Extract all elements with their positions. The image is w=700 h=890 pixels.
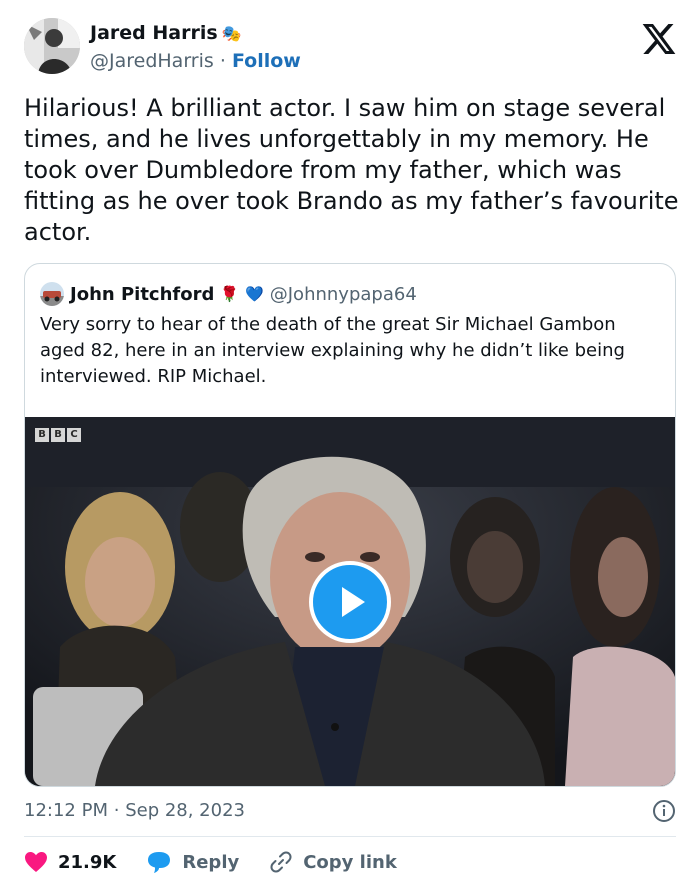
tweet-actions: 21.9K Reply Copy link bbox=[24, 850, 427, 874]
bbc-letter: C bbox=[67, 428, 81, 442]
tweet-embed-card: Jared Harris 🎭 @JaredHarris · Follow Hil… bbox=[0, 0, 700, 890]
author-handle[interactable]: @JaredHarris bbox=[90, 50, 214, 72]
heart-icon bbox=[25, 852, 47, 872]
video-player[interactable]: B B C bbox=[25, 417, 675, 786]
play-icon bbox=[342, 587, 365, 617]
copy-link-label: Copy link bbox=[303, 851, 397, 873]
bbc-letter: B bbox=[35, 428, 49, 442]
tweet-text: Hilarious! A brilliant actor. I saw him … bbox=[24, 94, 687, 246]
info-icon[interactable] bbox=[652, 799, 676, 823]
author-display-name[interactable]: Jared Harris 🎭 bbox=[90, 22, 301, 44]
quoted-author-avatar bbox=[40, 282, 64, 306]
copy-link-button[interactable]: Copy link bbox=[269, 850, 397, 874]
handle-separator: · bbox=[219, 50, 226, 72]
blue-heart-icon: 💙 bbox=[245, 285, 264, 303]
bbc-logo: B B C bbox=[35, 428, 81, 442]
reply-label: Reply bbox=[182, 851, 240, 873]
like-button[interactable]: 21.9K bbox=[24, 851, 116, 873]
footer-divider bbox=[24, 836, 676, 837]
tweet-date: Sep 28, 2023 bbox=[125, 800, 245, 821]
like-count: 21.9K bbox=[58, 851, 117, 873]
quoted-tweet[interactable]: John Pitchford 🌹 💙 @Johnnypapa64 Very so… bbox=[24, 263, 676, 787]
link-icon bbox=[270, 851, 292, 873]
author-avatar[interactable] bbox=[24, 18, 80, 74]
tweet-timestamp[interactable]: 12:12 PM · Sep 28, 2023 bbox=[24, 800, 245, 821]
rose-icon: 🌹 bbox=[220, 285, 240, 303]
theater-masks-icon: 🎭 bbox=[221, 23, 242, 43]
quoted-author-name: John Pitchford bbox=[70, 283, 215, 305]
tweet-header: Jared Harris 🎭 @JaredHarris · Follow bbox=[24, 16, 676, 80]
reply-icon bbox=[148, 852, 171, 873]
author-names: Jared Harris 🎭 @JaredHarris · Follow bbox=[90, 22, 301, 72]
timestamp-separator: · bbox=[113, 800, 120, 821]
quoted-tweet-text: Very sorry to hear of the death of the g… bbox=[40, 314, 625, 387]
bbc-letter: B bbox=[51, 428, 65, 442]
x-logo-icon[interactable] bbox=[642, 24, 676, 54]
reply-button[interactable]: Reply bbox=[146, 850, 239, 874]
author-handle-row: @JaredHarris · Follow bbox=[90, 50, 301, 72]
quoted-tweet-header: John Pitchford 🌹 💙 @Johnnypapa64 bbox=[40, 282, 417, 306]
quoted-author-handle: @Johnnypapa64 bbox=[269, 283, 417, 305]
tweet-time: 12:12 PM bbox=[24, 800, 108, 821]
author-name-text: Jared Harris bbox=[90, 22, 218, 44]
play-button[interactable] bbox=[309, 561, 391, 643]
follow-button[interactable]: Follow bbox=[232, 50, 301, 72]
